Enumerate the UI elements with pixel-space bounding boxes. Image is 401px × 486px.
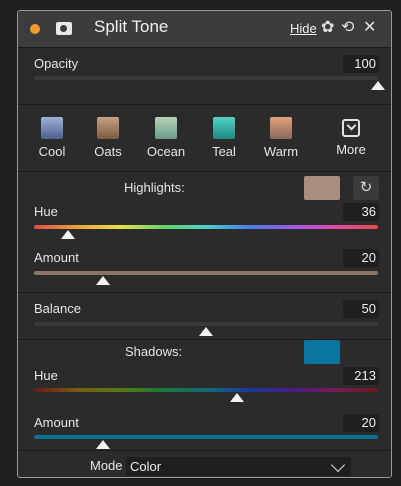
shadows-title: Shadows: [125,344,183,359]
preset-swatch [155,117,177,139]
balance-section: Balance 50 [18,293,391,340]
more-label: More [336,142,366,157]
hide-link[interactable]: Hide [290,21,317,36]
enable-toggle-dot[interactable] [30,24,40,34]
mode-label: Mode [90,458,123,473]
preset-oats[interactable]: Oats [78,117,138,159]
highlights-title: Highlights: [124,180,185,195]
preset-label: Cool [38,144,66,159]
shadows-hue-value[interactable]: 213 [343,367,379,385]
mode-dropdown[interactable]: Color [126,457,351,476]
chevron-down-icon [330,457,346,473]
preset-label: Ocean [146,144,186,159]
preset-ocean[interactable]: Ocean [136,117,196,159]
highlights-color-swatch[interactable] [304,176,340,200]
preset-swatch [97,117,119,139]
shadows-amount-value[interactable]: 20 [343,414,379,432]
preset-label: Warm [263,144,299,159]
preset-warm[interactable]: Warm [251,117,311,159]
highlights-hue-label: Hue [34,204,58,219]
opacity-label: Opacity [34,56,79,71]
shadows-hue-slider-thumb[interactable] [229,393,244,402]
highlights-amount-slider-track[interactable] [34,271,378,275]
shadows-amount-slider-track[interactable] [34,435,378,439]
opacity-value[interactable]: 100 [343,55,379,73]
opacity-section: Opacity 100 [18,48,391,105]
highlights-amount-slider-thumb[interactable] [95,276,110,285]
highlights-amount-label: Amount [34,250,79,265]
split-tone-panel: Split Tone Hide ✿ ⟲ ✕ Opacity 100 Cool O… [17,10,392,478]
chevron-down-icon [342,119,360,137]
more-presets-button[interactable]: More [321,117,381,157]
mode-dropdown-value: Color [130,459,162,474]
shadows-amount-label: Amount [34,415,79,430]
highlights-section: Highlights: ↻ Hue 36 Amount 20 [18,172,391,293]
preset-cool[interactable]: Cool [22,117,82,159]
close-icon[interactable]: ✕ [363,18,376,38]
reset-icon[interactable]: ↻ [353,176,379,200]
highlights-hue-slider-track[interactable] [34,225,378,229]
preset-swatch [270,117,292,139]
shadows-amount-slider-thumb[interactable] [95,440,110,449]
mask-icon[interactable] [56,22,72,35]
shadows-color-swatch[interactable] [304,340,340,364]
panel-title: Split Tone [94,17,169,36]
preset-label: Oats [94,144,122,159]
balance-value[interactable]: 50 [343,300,379,318]
preset-label: Teal [212,144,236,159]
preset-teal[interactable]: Teal [194,117,254,159]
balance-slider-track[interactable] [34,322,378,326]
panel-header: Split Tone Hide ✿ ⟲ ✕ [18,11,391,48]
highlights-hue-slider-thumb[interactable] [61,230,76,239]
preset-swatch [213,117,235,139]
preset-swatch [41,117,63,139]
mode-section: Mode Color [18,451,391,477]
opacity-slider-track[interactable] [34,76,378,80]
opacity-slider-thumb[interactable] [371,81,385,90]
shadows-hue-slider-track[interactable] [34,388,378,392]
shadows-section: Shadows: Hue 213 Amount 20 [18,340,391,451]
highlights-amount-value[interactable]: 20 [343,249,379,267]
shadows-hue-label: Hue [34,368,58,383]
gear-icon[interactable]: ✿ [321,18,334,38]
balance-slider-thumb[interactable] [199,327,213,336]
highlights-hue-value[interactable]: 36 [343,203,379,221]
balance-label: Balance [34,301,81,316]
undo-icon[interactable]: ⟲ [341,18,354,38]
presets-row: Cool Oats Ocean Teal Warm More [18,105,391,172]
